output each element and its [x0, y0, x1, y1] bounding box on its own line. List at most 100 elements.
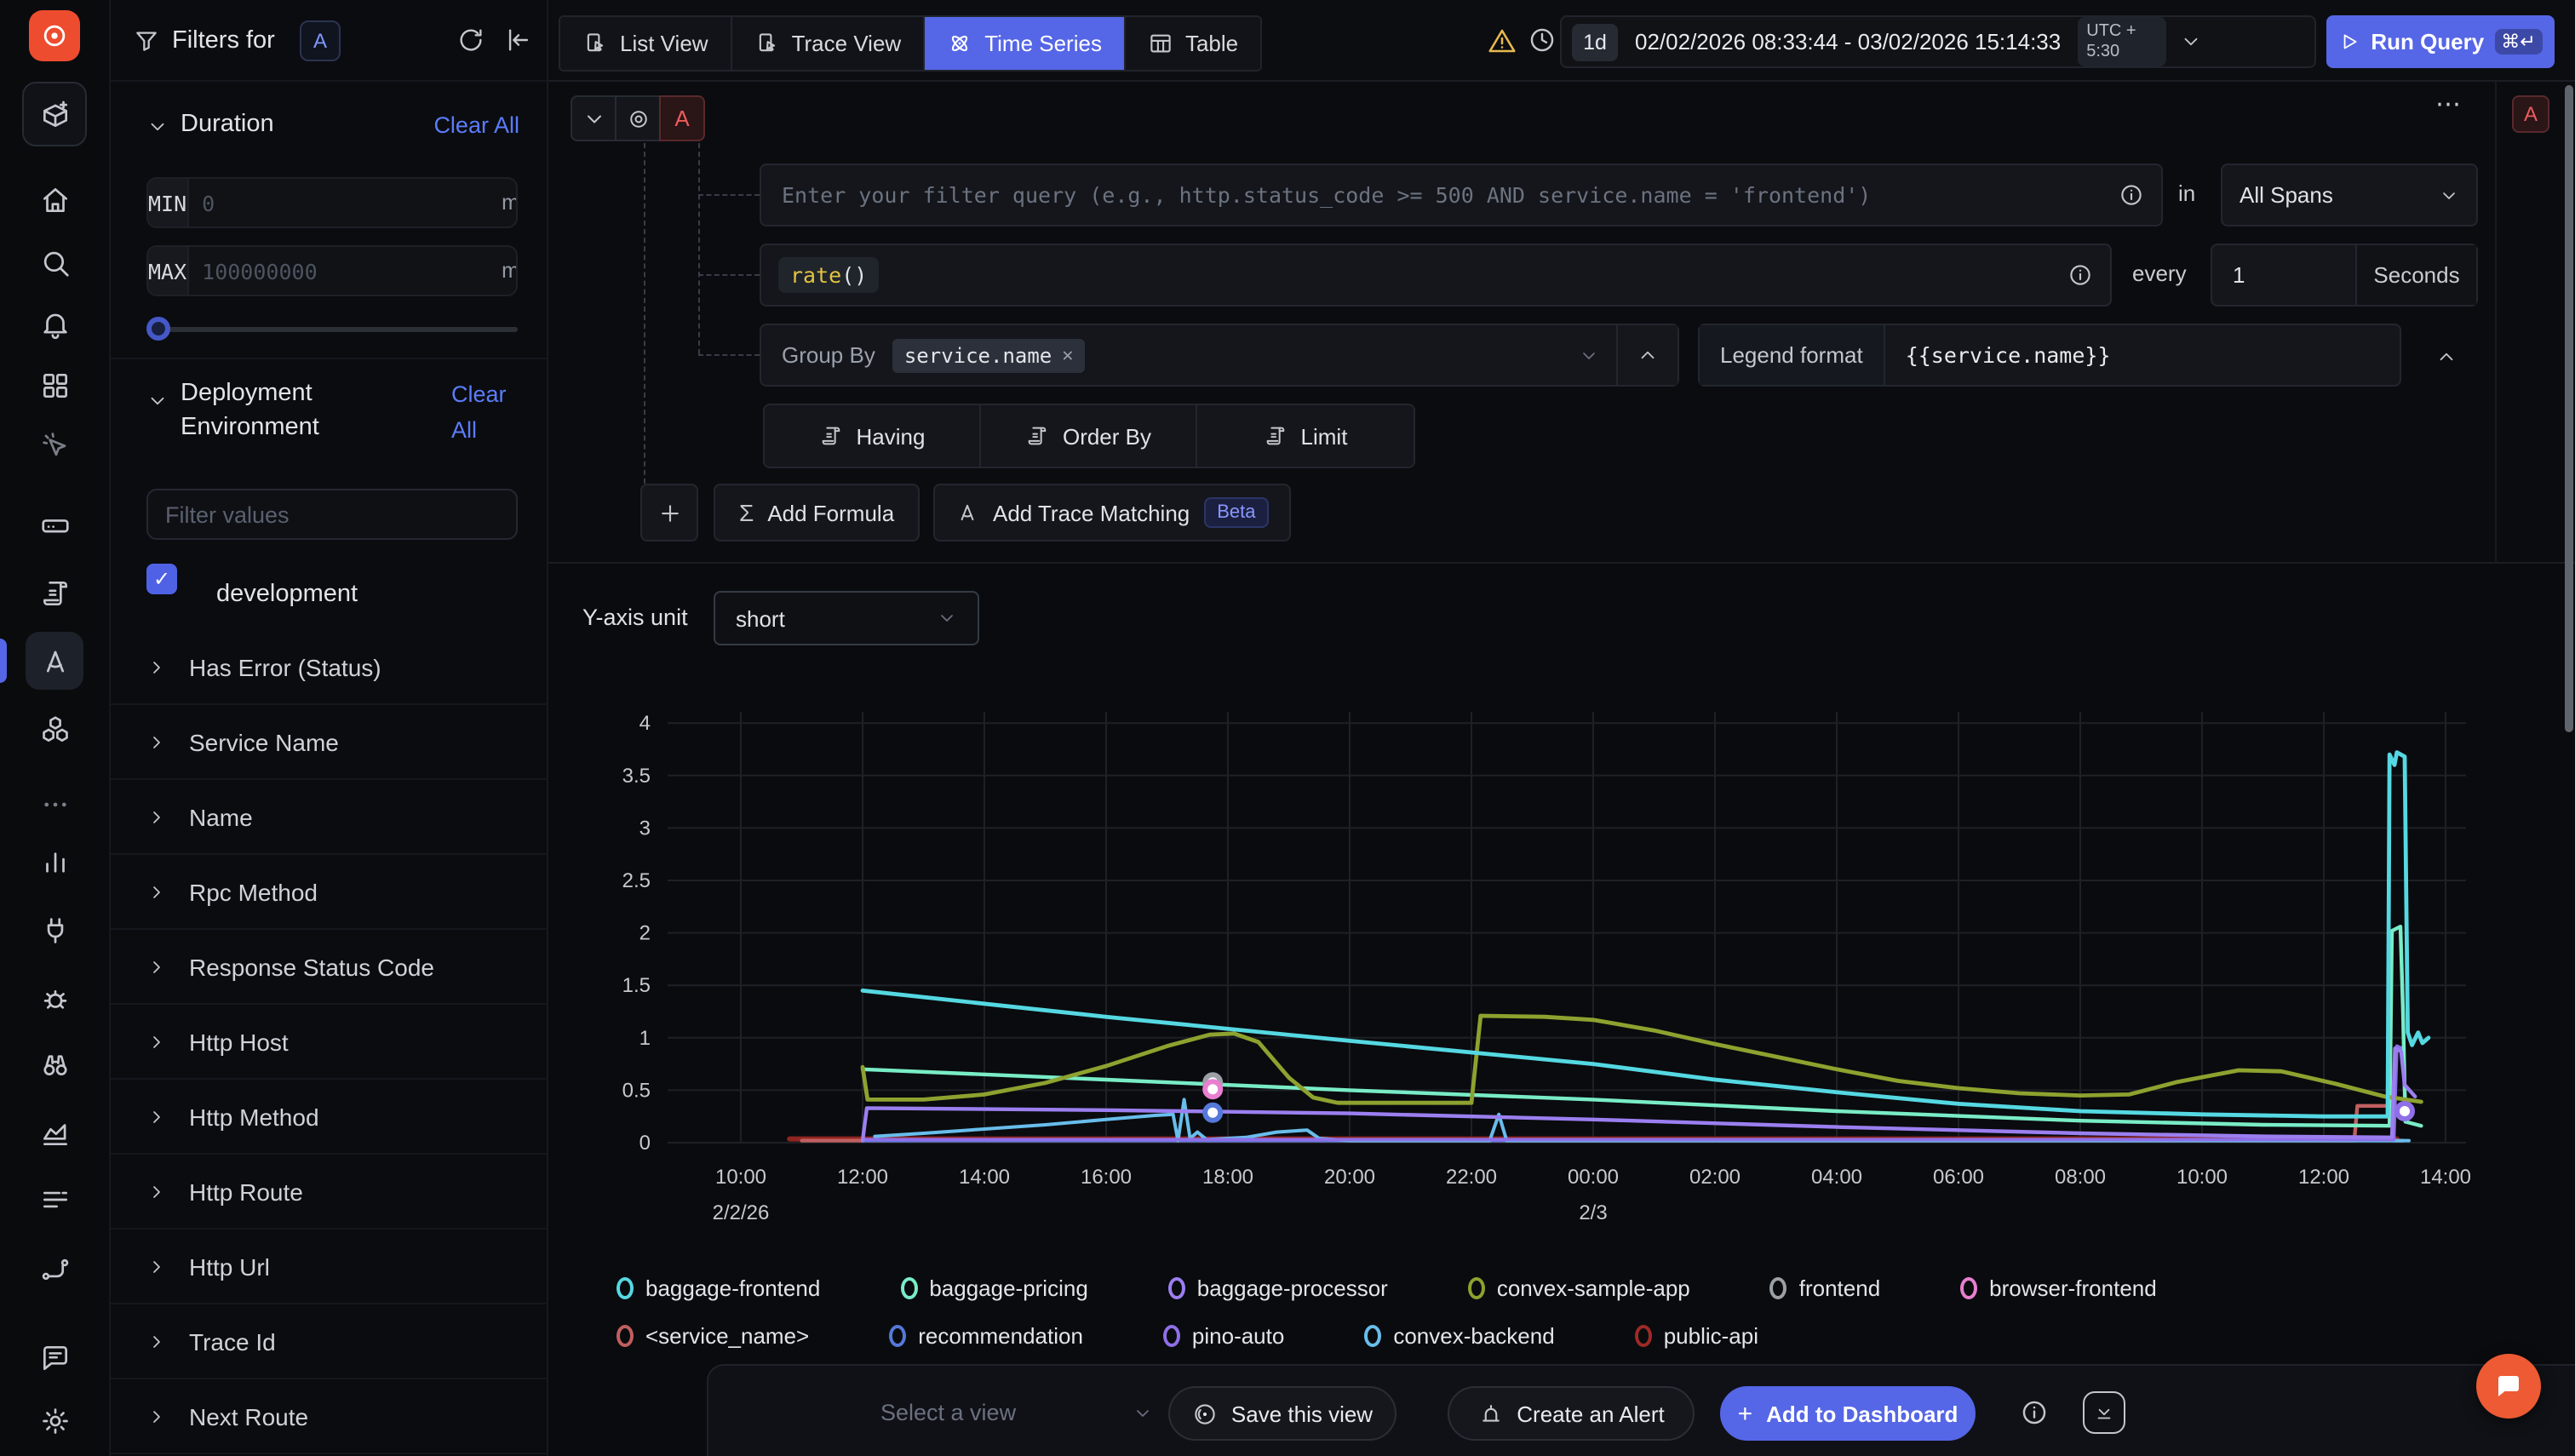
rail-item-logs-lines[interactable]: [26, 1170, 83, 1228]
rail-item-home[interactable]: [26, 170, 83, 228]
rail-item-dashboards-chart[interactable]: [26, 1103, 83, 1161]
info-icon[interactable]: [2119, 182, 2144, 208]
aggregate-every-unit[interactable]: Seconds: [2355, 245, 2476, 305]
add-trace-matching-button[interactable]: Add Trace Matching Beta: [933, 484, 1292, 542]
filter-section-next-route[interactable]: Next Route: [111, 1379, 548, 1454]
support-chat-fab[interactable]: [2476, 1354, 2541, 1419]
duration-max-input[interactable]: [188, 258, 502, 284]
rail-item-exceptions-bug[interactable]: [26, 969, 83, 1027]
rail-item-settings-gear[interactable]: [26, 1391, 83, 1449]
slider-handle[interactable]: [146, 317, 170, 341]
marker-pino-auto[interactable]: [2397, 1103, 2412, 1119]
legend-item-frontend[interactable]: frontend: [1770, 1275, 1880, 1301]
tab-table[interactable]: Table: [1126, 17, 1260, 70]
add-formula-button[interactable]: Σ Add Formula: [714, 484, 920, 542]
marker-recommendation[interactable]: [1205, 1105, 1220, 1121]
query-options-menu[interactable]: ⋯: [2435, 89, 2463, 119]
legend-item-baggage-frontend[interactable]: baggage-frontend: [617, 1275, 820, 1301]
rail-item-integrations-plug[interactable]: [26, 901, 83, 959]
duration-section-header[interactable]: Duration Clear All: [111, 109, 548, 146]
duration-min-input[interactable]: [188, 190, 502, 215]
info-icon[interactable]: [2067, 262, 2093, 288]
legend-item-convex-backend[interactable]: convex-backend: [1364, 1323, 1554, 1349]
aggregation-function-chip[interactable]: rate(): [778, 257, 879, 293]
filter-section-has-error-status-[interactable]: Has Error (Status): [111, 630, 548, 705]
rail-item-pipelines-route[interactable]: [26, 1240, 83, 1298]
deployment-option-row[interactable]: ✓ development: [146, 560, 177, 598]
timeseries-chart[interactable]: 00.511.522.533.5410:002/2/2612:0014:0016…: [562, 681, 2486, 1269]
having-button[interactable]: Having: [765, 405, 981, 467]
warning-icon[interactable]: [1487, 26, 1517, 56]
rail-item-metrics-bars[interactable]: [26, 833, 83, 891]
order-by-button[interactable]: Order By: [981, 405, 1197, 467]
timezone-badge[interactable]: UTC + 5:30: [2078, 17, 2166, 66]
rail-item-logs-scroll[interactable]: [26, 564, 83, 622]
filter-section-http-method[interactable]: Http Method: [111, 1080, 548, 1155]
rail-item-pointer-click[interactable]: [26, 416, 83, 473]
rail-item-infrastructure-server[interactable]: [26, 496, 83, 553]
legend-format-value[interactable]: {{service.name}}: [1885, 342, 2111, 368]
rail-item-services-cubes[interactable]: [26, 700, 83, 758]
info-icon[interactable]: [2020, 1398, 2049, 1427]
toggle-query-visibility-button[interactable]: [615, 95, 661, 141]
aggregation-input-box[interactable]: rate(): [760, 244, 2112, 307]
filter-section-service-name[interactable]: Service Name: [111, 705, 548, 780]
rail-item-onboarding-package-plus[interactable]: [22, 82, 87, 146]
query-name-badge[interactable]: A: [659, 95, 705, 141]
history-clock-icon[interactable]: [1528, 26, 1557, 54]
filter-section-name[interactable]: Name: [111, 780, 548, 855]
collapse-options-button[interactable]: [2422, 332, 2469, 380]
deployment-clear-all-link[interactable]: Clear All: [451, 376, 530, 448]
aggregate-every-input[interactable]: [2212, 262, 2355, 288]
tab-list-view[interactable]: List View: [560, 17, 732, 70]
group-by-box[interactable]: Group By service.name✕: [760, 324, 1679, 387]
duration-slider[interactable]: [146, 317, 518, 341]
remove-chip-icon[interactable]: ✕: [1062, 344, 1073, 366]
rail-item-more-dots[interactable]: [26, 775, 83, 833]
filter-section-http-url[interactable]: Http Url: [111, 1230, 548, 1304]
filter-section-http-route[interactable]: Http Route: [111, 1155, 548, 1230]
legend-item-pino-auto[interactable]: pino-auto: [1163, 1323, 1284, 1349]
slider-track[interactable]: [146, 327, 518, 332]
legend-item--service-name-[interactable]: <service_name>: [617, 1323, 809, 1349]
refresh-icon[interactable]: [456, 26, 485, 54]
legend-item-baggage-pricing[interactable]: baggage-pricing: [900, 1275, 1087, 1301]
filter-section-rpc-method[interactable]: Rpc Method: [111, 855, 548, 930]
rail-item-alerts-bell[interactable]: [26, 295, 83, 353]
filter-section-trace-id[interactable]: Trace Id: [111, 1304, 548, 1379]
query-scope-select[interactable]: All Spans: [2221, 163, 2478, 226]
query-badge-side[interactable]: A: [2512, 95, 2549, 133]
save-this-view-button[interactable]: Save this view: [1168, 1386, 1396, 1441]
duration-clear-all-link[interactable]: Clear All: [433, 112, 519, 138]
rail-item-signoz-logo[interactable]: [29, 10, 80, 61]
group-by-chip[interactable]: service.name✕: [892, 338, 1086, 372]
filter-query-input[interactable]: [761, 182, 2119, 208]
tab-time-series[interactable]: Time Series: [925, 17, 1126, 70]
rail-item-traces-compass[interactable]: [26, 632, 83, 690]
checkbox-checked[interactable]: ✓: [146, 564, 177, 594]
collapse-query-button[interactable]: [571, 95, 617, 141]
select-view-dropdown[interactable]: Select a view: [880, 1386, 1153, 1439]
legend-item-convex-sample-app[interactable]: convex-sample-app: [1468, 1275, 1690, 1301]
rail-item-support-chat[interactable]: [26, 1328, 83, 1386]
add-query-button[interactable]: [640, 484, 698, 542]
limit-button[interactable]: Limit: [1197, 405, 1414, 467]
filter-section-http-host[interactable]: Http Host: [111, 1005, 548, 1080]
rail-item-search[interactable]: [26, 233, 83, 291]
filters-query-badge[interactable]: A: [300, 20, 341, 61]
legend-item-recommendation[interactable]: recommendation: [889, 1323, 1083, 1349]
rail-item-apps-grid[interactable]: [26, 356, 83, 414]
legend-item-public-api[interactable]: public-api: [1635, 1323, 1758, 1349]
add-to-dashboard-button[interactable]: + Add to Dashboard: [1720, 1386, 1976, 1441]
collapse-sidebar-icon[interactable]: [504, 26, 533, 54]
y-axis-unit-select[interactable]: short: [714, 591, 979, 645]
time-range-picker[interactable]: 1d 02/02/2026 08:33:44 - 03/02/2026 15:1…: [1560, 15, 2316, 68]
create-an-alert-button[interactable]: Create an Alert: [1448, 1386, 1695, 1441]
filter-section-response-status-code[interactable]: Response Status Code: [111, 930, 548, 1005]
tab-trace-view[interactable]: Trace View: [732, 17, 926, 70]
legend-item-baggage-processor[interactable]: baggage-processor: [1168, 1275, 1388, 1301]
panel-toggle-icon[interactable]: [2083, 1391, 2125, 1434]
rail-item-explorer-binoculars[interactable]: [26, 1035, 83, 1093]
vertical-scrollbar[interactable]: [2565, 85, 2573, 732]
marker-browser-frontend[interactable]: [1205, 1081, 1220, 1097]
